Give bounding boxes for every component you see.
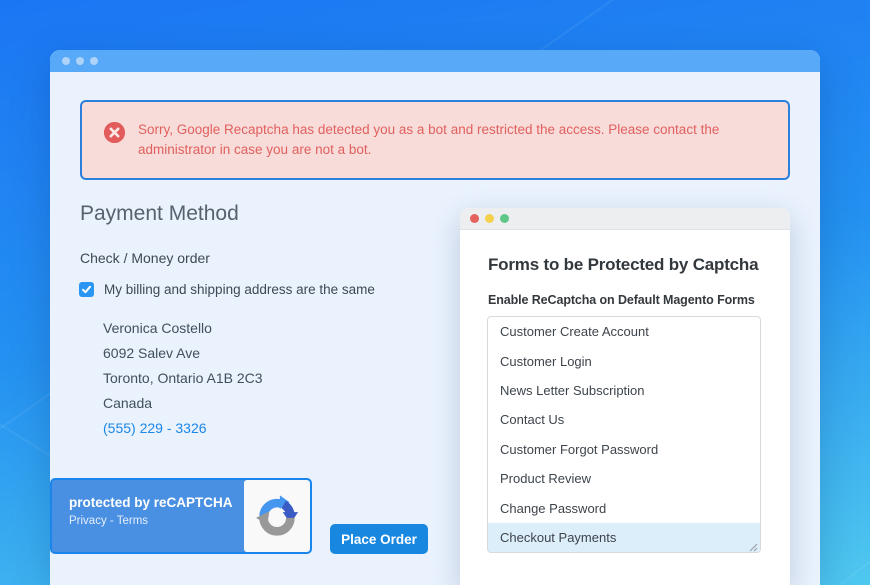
recaptcha-badge-texts: protected by reCAPTCHA Privacy - Terms [52,480,244,552]
payment-method-label: Check / Money order [80,250,210,266]
forms-list-item[interactable]: Change Password [488,493,760,522]
forms-list-label: Enable ReCaptcha on Default Magento Form… [488,293,755,307]
forms-list-item[interactable]: Contact Us [488,405,760,434]
recaptcha-badge: protected by reCAPTCHA Privacy - Terms [50,478,312,554]
window-dot-icon [90,57,98,65]
traffic-light-zoom-icon[interactable] [500,214,509,223]
phone-link[interactable]: (555) 229 - 3326 [103,416,263,441]
forms-list-item[interactable]: Product Review [488,464,760,493]
address-country: Canada [103,391,263,416]
window-dot-icon [62,57,70,65]
recaptcha-badge-title: protected by reCAPTCHA [69,495,244,510]
forms-list: Customer Create AccountCustomer LoginNew… [488,317,760,552]
address-city: Toronto, Ontario A1B 2C3 [103,366,263,391]
popup-title: Forms to be Protected by Captcha [488,255,758,275]
billing-same-checkbox[interactable] [79,282,94,297]
resize-handle-icon[interactable] [747,539,758,550]
forms-list-item[interactable]: Customer Create Account [488,317,760,346]
forms-listbox[interactable]: Customer Create AccountCustomer LoginNew… [487,316,761,553]
address-name: Veronica Costello [103,316,263,341]
page-title: Payment Method [80,202,239,226]
billing-same-label: My billing and shipping address are the … [104,282,375,297]
traffic-light-minimize-icon[interactable] [485,214,494,223]
place-order-button[interactable]: Place Order [330,524,428,554]
recaptcha-error-alert: Sorry, Google Recaptcha has detected you… [80,100,790,180]
forms-list-item[interactable]: Customer Forgot Password [488,435,760,464]
window-dot-icon [76,57,84,65]
error-icon [104,122,125,143]
billing-same-row: My billing and shipping address are the … [79,282,375,297]
recaptcha-icon [244,480,310,552]
checkout-window-titlebar [50,50,820,72]
traffic-light-close-icon[interactable] [470,214,479,223]
page-background: Sorry, Google Recaptcha has detected you… [0,0,870,585]
forms-list-item[interactable]: Checkout Payments [488,523,760,552]
recaptcha-privacy-terms-links[interactable]: Privacy - Terms [69,515,244,527]
captcha-settings-window: Forms to be Protected by Captcha Enable … [460,208,790,585]
captcha-settings-titlebar [460,208,790,230]
billing-address: Veronica Costello 6092 Salev Ave Toronto… [103,316,263,441]
address-street: 6092 Salev Ave [103,341,263,366]
forms-list-item[interactable]: News Letter Subscription [488,376,760,405]
forms-list-item[interactable]: Customer Login [488,346,760,375]
alert-message: Sorry, Google Recaptcha has detected you… [138,120,728,160]
